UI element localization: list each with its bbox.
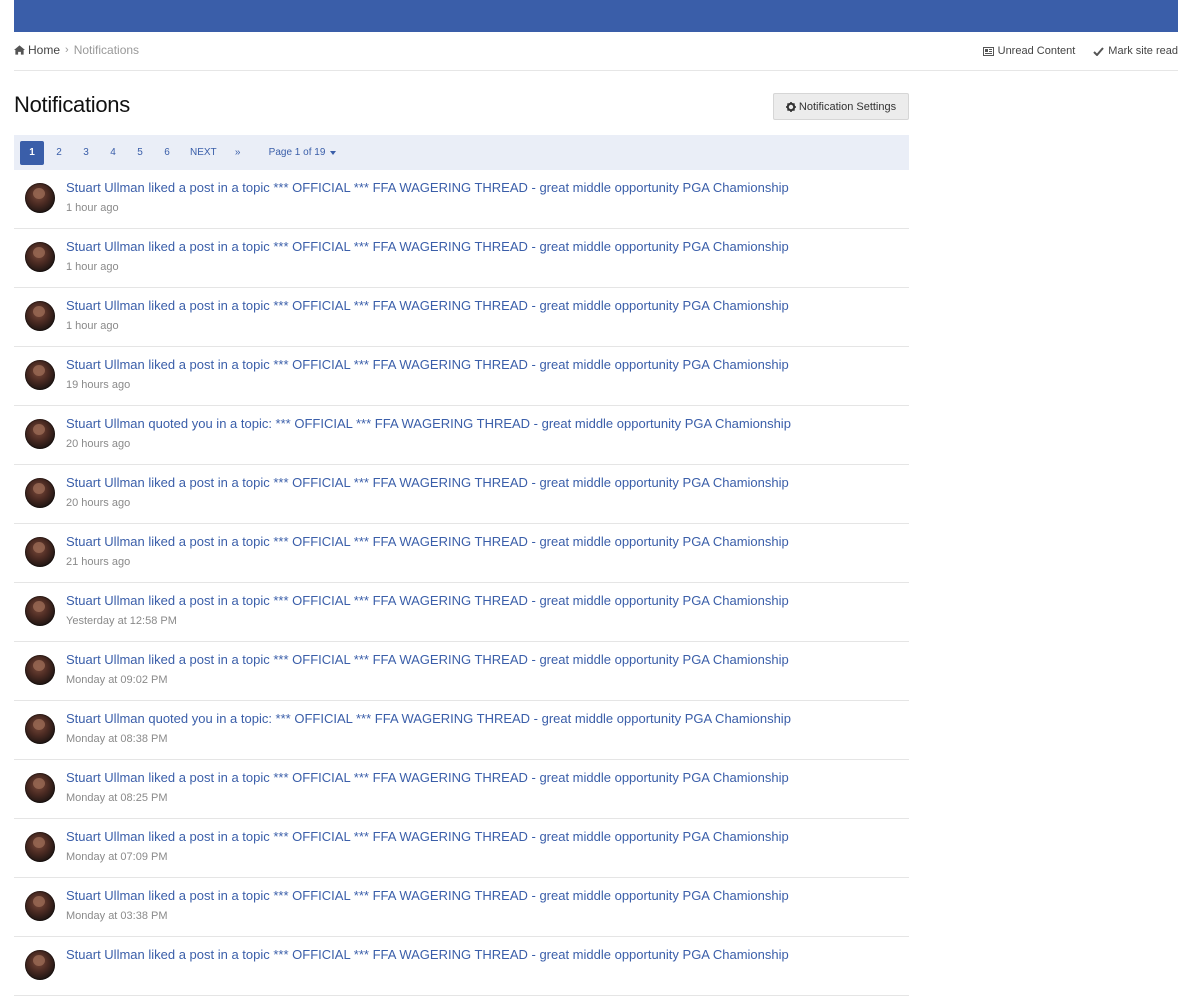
notification-list: Stuart Ullman liked a post in a topic **… [14,170,909,996]
notification-link[interactable]: Stuart Ullman liked a post in a topic **… [66,475,789,490]
home-icon [14,45,25,55]
caret-down-icon [330,150,337,155]
notification-item[interactable]: Stuart Ullman liked a post in a topic **… [14,347,909,406]
notification-time: Monday at 08:38 PM [66,733,168,745]
notification-link[interactable]: Stuart Ullman quoted you in a topic: ***… [66,711,791,726]
page-button-3[interactable]: 3 [74,141,98,165]
notification-item[interactable]: Stuart Ullman liked a post in a topic **… [14,288,909,347]
breadcrumb: Home › Notifications [14,43,139,57]
notification-time: Monday at 09:02 PM [66,674,168,686]
page-button-6[interactable]: 6 [155,141,179,165]
last-page-button[interactable]: » [226,141,250,165]
notification-link[interactable]: Stuart Ullman liked a post in a topic **… [66,180,789,195]
avatar[interactable] [25,714,55,744]
notification-time: 1 hour ago [66,202,119,214]
notification-link[interactable]: Stuart Ullman liked a post in a topic **… [66,534,789,549]
avatar[interactable] [25,360,55,390]
notification-time: Monday at 08:25 PM [66,792,168,804]
avatar[interactable] [25,183,55,213]
next-page-button[interactable]: NEXT [184,141,223,165]
notification-time: Yesterday at 12:58 PM [66,615,177,627]
mark-site-read-link[interactable]: Mark site read [1093,45,1178,57]
avatar[interactable] [25,537,55,567]
gear-icon [785,101,796,112]
notification-item[interactable]: Stuart Ullman liked a post in a topic **… [14,170,909,229]
notification-item[interactable]: Stuart Ullman liked a post in a topic **… [14,760,909,819]
notification-time: 21 hours ago [66,556,131,568]
notification-item[interactable]: Stuart Ullman liked a post in a topic **… [14,524,909,583]
notification-item[interactable]: Stuart Ullman quoted you in a topic: ***… [14,406,909,465]
page-button-5[interactable]: 5 [128,141,152,165]
notification-link[interactable]: Stuart Ullman liked a post in a topic **… [66,947,789,962]
notification-link[interactable]: Stuart Ullman liked a post in a topic **… [66,652,789,667]
avatar[interactable] [25,301,55,331]
notification-settings-label: Notification Settings [798,100,897,113]
avatar[interactable] [25,596,55,626]
notification-link[interactable]: Stuart Ullman liked a post in a topic **… [66,298,789,313]
notification-time: Monday at 03:38 PM [66,910,168,922]
avatar[interactable] [25,478,55,508]
notification-link[interactable]: Stuart Ullman liked a post in a topic **… [66,888,789,903]
notification-item[interactable]: Stuart Ullman quoted you in a topic: ***… [14,701,909,760]
notification-item[interactable]: Stuart Ullman liked a post in a topic **… [14,583,909,642]
avatar[interactable] [25,655,55,685]
mark-site-read-label: Mark site read [1108,45,1178,57]
avatar[interactable] [25,419,55,449]
notification-link[interactable]: Stuart Ullman liked a post in a topic **… [66,770,789,785]
notification-time: 20 hours ago [66,497,131,509]
unread-content-label: Unread Content [997,45,1076,57]
notification-link[interactable]: Stuart Ullman liked a post in a topic **… [66,357,789,372]
quick-links: Unread Content Mark site read [982,45,1178,57]
notification-time: Monday at 07:09 PM [66,851,168,863]
newspaper-icon [982,46,994,56]
page-title: Notifications [14,92,130,117]
page-button-4[interactable]: 4 [101,141,125,165]
site-header-bar [14,0,1178,32]
notification-item[interactable]: Stuart Ullman liked a post in a topic **… [14,642,909,701]
avatar[interactable] [25,891,55,921]
notification-item[interactable]: Stuart Ullman liked a post in a topic **… [14,937,909,996]
pagination-bar: 1 2 3 4 5 6 NEXT » Page 1 of 19 [14,135,909,170]
breadcrumb-current: Notifications [73,43,140,57]
page-button-1[interactable]: 1 [20,140,44,165]
notification-item[interactable]: Stuart Ullman liked a post in a topic **… [14,229,909,288]
avatar[interactable] [25,242,55,272]
breadcrumb-home-link[interactable]: Home [28,43,60,57]
notification-item[interactable]: Stuart Ullman liked a post in a topic **… [14,819,909,878]
notification-time: 19 hours ago [66,379,131,391]
avatar[interactable] [25,950,55,980]
notification-link[interactable]: Stuart Ullman liked a post in a topic **… [66,239,789,254]
notification-link[interactable]: Stuart Ullman liked a post in a topic **… [66,593,789,608]
notification-link[interactable]: Stuart Ullman liked a post in a topic **… [66,829,789,844]
checkmark-icon [1093,46,1105,56]
unread-content-link[interactable]: Unread Content [982,45,1076,57]
avatar[interactable] [25,773,55,803]
page-button-2[interactable]: 2 [47,141,71,165]
page-jump-label: Page 1 of 19 [268,147,326,158]
page-jump-dropdown[interactable]: Page 1 of 19 [269,147,337,158]
chevron-right-icon: › [65,44,69,56]
header-divider [14,70,1178,71]
notification-time: 20 hours ago [66,438,131,450]
avatar[interactable] [25,832,55,862]
notification-settings-button[interactable]: Notification Settings [773,93,909,120]
notification-link[interactable]: Stuart Ullman quoted you in a topic: ***… [66,416,791,431]
notification-time: 1 hour ago [66,320,119,332]
notification-time: 1 hour ago [66,261,119,273]
notification-item[interactable]: Stuart Ullman liked a post in a topic **… [14,878,909,937]
notification-item[interactable]: Stuart Ullman liked a post in a topic **… [14,465,909,524]
